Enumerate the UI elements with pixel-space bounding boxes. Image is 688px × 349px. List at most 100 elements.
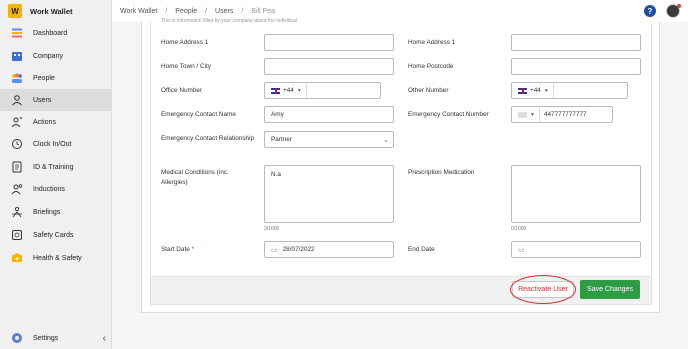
emergency-contact-name-input[interactable]: Amy bbox=[264, 106, 394, 123]
collapse-sidebar-icon[interactable]: ‹ bbox=[103, 333, 106, 344]
caret-down-icon: ▼ bbox=[543, 87, 549, 94]
breadcrumb-users[interactable]: Users bbox=[215, 8, 233, 15]
required-marker: * bbox=[191, 246, 195, 253]
country-code-select[interactable]: ▼ bbox=[518, 107, 540, 122]
form-footer bbox=[151, 276, 651, 304]
sidebar-item-health-safety[interactable]: Health & Safety bbox=[0, 247, 112, 269]
notification-dot bbox=[677, 4, 681, 8]
relationship-value: Partner bbox=[271, 136, 292, 143]
start-date-label: Start Date * bbox=[161, 245, 194, 255]
save-changes-button[interactable]: Save Changes bbox=[580, 280, 640, 299]
sidebar-item-briefings[interactable]: Briefings bbox=[0, 201, 112, 223]
highlight-ring-annotation bbox=[510, 275, 576, 304]
country-code-select[interactable]: +44 ▼ bbox=[518, 83, 554, 98]
home-address-1b-input[interactable] bbox=[511, 34, 641, 51]
sidebar-item-clock[interactable]: Clock In/Out bbox=[0, 133, 112, 155]
uk-flag-icon bbox=[518, 87, 527, 94]
sidebar-item-label: Dashboard bbox=[33, 29, 68, 37]
sidebar-item-safety-cards[interactable]: Safety Cards bbox=[0, 224, 112, 246]
breadcrumb-separator: / bbox=[205, 7, 208, 15]
other-number-label: Other Number bbox=[408, 87, 449, 94]
emergency-contact-number-value: 447777777777 bbox=[543, 111, 587, 118]
other-number-field[interactable]: +44 ▼ bbox=[511, 82, 628, 99]
chevron-down-icon: ⌄ bbox=[383, 137, 389, 144]
form-hint: This is information filled by your compa… bbox=[161, 18, 299, 24]
end-date-label: End Date bbox=[408, 246, 435, 253]
prescription-label: Prescription Medication bbox=[408, 169, 475, 176]
country-code-select[interactable]: +44 ▼ bbox=[271, 83, 307, 98]
id-training-icon bbox=[10, 161, 23, 174]
relationship-select[interactable]: Partner ⌄ bbox=[264, 131, 394, 148]
sidebar-item-inductions[interactable]: Inductions bbox=[0, 178, 112, 200]
country-code-value: +44 bbox=[283, 87, 294, 94]
settings-gear-icon bbox=[10, 332, 23, 345]
sidebar-item-label: Briefings bbox=[33, 208, 61, 216]
medical-char-counter: 3/1000 bbox=[264, 226, 280, 232]
sidebar-item-label: People bbox=[33, 74, 55, 82]
home-town-input[interactable] bbox=[264, 58, 394, 75]
start-date-input[interactable]: ▭ 28/07/2022 bbox=[264, 241, 394, 258]
prescription-textarea[interactable] bbox=[511, 165, 641, 223]
sidebar-item-label: Users bbox=[33, 96, 52, 104]
start-date-value: 28/07/2022 bbox=[282, 246, 315, 253]
medical-conditions-textarea[interactable]: N.a bbox=[264, 165, 394, 223]
dashboard-icon bbox=[10, 27, 23, 40]
people-icon bbox=[10, 72, 23, 85]
brand-name: Work Wallet bbox=[30, 6, 73, 16]
calendar-icon: ▭ bbox=[518, 246, 525, 254]
breadcrumb-people[interactable]: People bbox=[175, 8, 197, 15]
sidebar-item-users[interactable]: Users bbox=[0, 89, 112, 111]
breadcrumb-work-wallet[interactable]: Work Wallet bbox=[120, 8, 157, 15]
home-town-label: Home Town / City bbox=[161, 63, 211, 70]
breadcrumb-separator: / bbox=[165, 7, 168, 15]
home-address-1b-label: Home Address 1 bbox=[408, 39, 456, 46]
brand[interactable]: W Work Wallet bbox=[0, 0, 111, 22]
actions-icon bbox=[10, 116, 23, 129]
uk-flag-icon bbox=[271, 87, 280, 94]
health-safety-icon bbox=[10, 252, 23, 265]
calendar-icon: ▭ bbox=[271, 246, 278, 254]
company-icon bbox=[10, 50, 23, 63]
sidebar-item-company[interactable]: Company bbox=[0, 45, 112, 67]
office-number-label: Office Number bbox=[161, 87, 203, 94]
sidebar-item-label: Clock In/Out bbox=[33, 140, 72, 148]
sidebar-item-label: Actions bbox=[33, 118, 56, 126]
home-address-1-label: Home Address 1 bbox=[161, 39, 209, 46]
home-postcode-label: Home Postcode bbox=[408, 63, 454, 70]
sidebar-item-label: Safety Cards bbox=[33, 231, 74, 239]
country-code-value: +44 bbox=[530, 87, 541, 94]
medical-conditions-label: Medical Conditions (inc. Allergies) bbox=[161, 169, 229, 186]
sidebar-item-dashboard[interactable]: Dashboard bbox=[0, 22, 112, 44]
sidebar-item-label: Settings bbox=[33, 334, 59, 342]
sidebar-item-settings[interactable]: Settings ‹ bbox=[0, 327, 112, 349]
caret-down-icon: ▼ bbox=[530, 111, 535, 118]
sidebar-item-label: Company bbox=[33, 52, 63, 60]
sidebar-item-label: Health & Safety bbox=[33, 254, 82, 262]
home-postcode-input[interactable] bbox=[511, 58, 641, 75]
safety-cards-icon bbox=[10, 229, 23, 242]
start-date-label-text: Start Date bbox=[161, 246, 190, 253]
sidebar-item-id-training[interactable]: ID & Training bbox=[0, 156, 112, 178]
breadcrumb-current-user: Bill Pea bbox=[251, 7, 276, 15]
briefings-icon bbox=[10, 206, 23, 219]
sidebar-item-label: ID & Training bbox=[33, 163, 74, 171]
help-icon[interactable]: ? bbox=[644, 5, 656, 17]
work-wallet-logo: W bbox=[8, 4, 22, 18]
app-root: W Work Wallet Dashboard Company People U… bbox=[0, 0, 688, 349]
home-address-1-input[interactable] bbox=[264, 34, 394, 51]
office-number-field[interactable]: +44 ▼ bbox=[264, 82, 381, 99]
sidebar-item-actions[interactable]: Actions bbox=[0, 111, 112, 133]
breadcrumb-separator: / bbox=[241, 7, 244, 15]
sidebar-item-label: Inductions bbox=[33, 185, 65, 193]
user-icon bbox=[10, 94, 23, 107]
clock-icon bbox=[10, 138, 23, 151]
empty-flag-icon bbox=[518, 111, 527, 118]
relationship-label: Emergency Contact Relationship bbox=[161, 135, 255, 142]
inductions-icon bbox=[10, 183, 23, 196]
emergency-contact-number-field[interactable]: ▼ 447777777777 bbox=[511, 106, 613, 123]
sidebar-item-people[interactable]: People bbox=[0, 67, 112, 89]
end-date-input[interactable]: ▭ bbox=[511, 241, 641, 258]
caret-down-icon: ▼ bbox=[296, 87, 302, 94]
prescription-char-counter: 0/1000 bbox=[511, 226, 527, 232]
emergency-contact-number-label: Emergency Contact Number bbox=[408, 111, 489, 118]
